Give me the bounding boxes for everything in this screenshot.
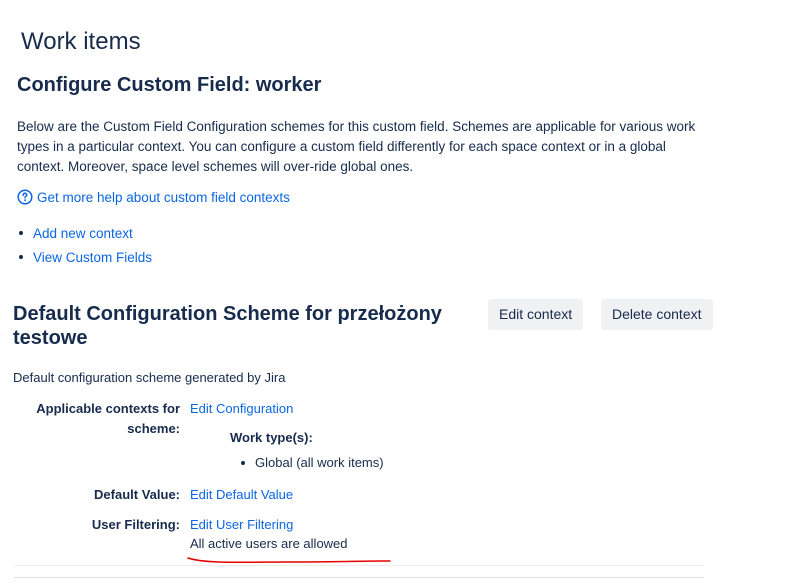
applicable-contexts-label: Applicable contexts for scheme: (36, 401, 180, 436)
user-filtering-value: All active users are allowed (190, 536, 348, 551)
default-value-label: Default Value: (94, 487, 180, 502)
work-types-label: Work type(s): (230, 430, 313, 445)
intro-text: Below are the Custom Field Configuration… (17, 119, 696, 174)
list-item: Global (all work items) (241, 455, 384, 470)
edit-default-value-link[interactable]: Edit Default Value (190, 485, 293, 505)
help-link-row[interactable]: Get more help about custom field context… (17, 189, 290, 205)
edit-context-button[interactable]: Edit context (488, 299, 584, 330)
bullet (19, 231, 23, 235)
add-new-context-link[interactable]: Add new context (33, 226, 133, 241)
divider (14, 565, 704, 566)
page-title: Work items (21, 28, 141, 55)
context-links: Add new context View Custom Fields (19, 221, 152, 269)
view-custom-fields-link[interactable]: View Custom Fields (33, 250, 152, 265)
divider (14, 577, 704, 578)
edit-configuration-link[interactable]: Edit Configuration (190, 399, 293, 419)
user-filtering-label: User Filtering: (91, 517, 180, 532)
bullet (241, 460, 245, 465)
work-type-value: Global (all work items) (255, 455, 384, 470)
section-title: Configure Custom Field: worker (17, 74, 322, 96)
bullet (19, 255, 23, 259)
list-item: Add new context (19, 221, 152, 245)
edit-user-filtering-link[interactable]: Edit User Filtering (190, 515, 293, 535)
help-link[interactable]: Get more help about custom field context… (37, 190, 290, 205)
question-circle-icon (17, 189, 33, 205)
red-underline-annotation (187, 557, 391, 564)
scheme-description: Default configuration scheme generated b… (13, 370, 286, 385)
list-item: View Custom Fields (19, 245, 152, 269)
scheme-title: Default Configuration Scheme for przełoż… (13, 303, 442, 349)
delete-context-button[interactable]: Delete context (601, 299, 713, 330)
